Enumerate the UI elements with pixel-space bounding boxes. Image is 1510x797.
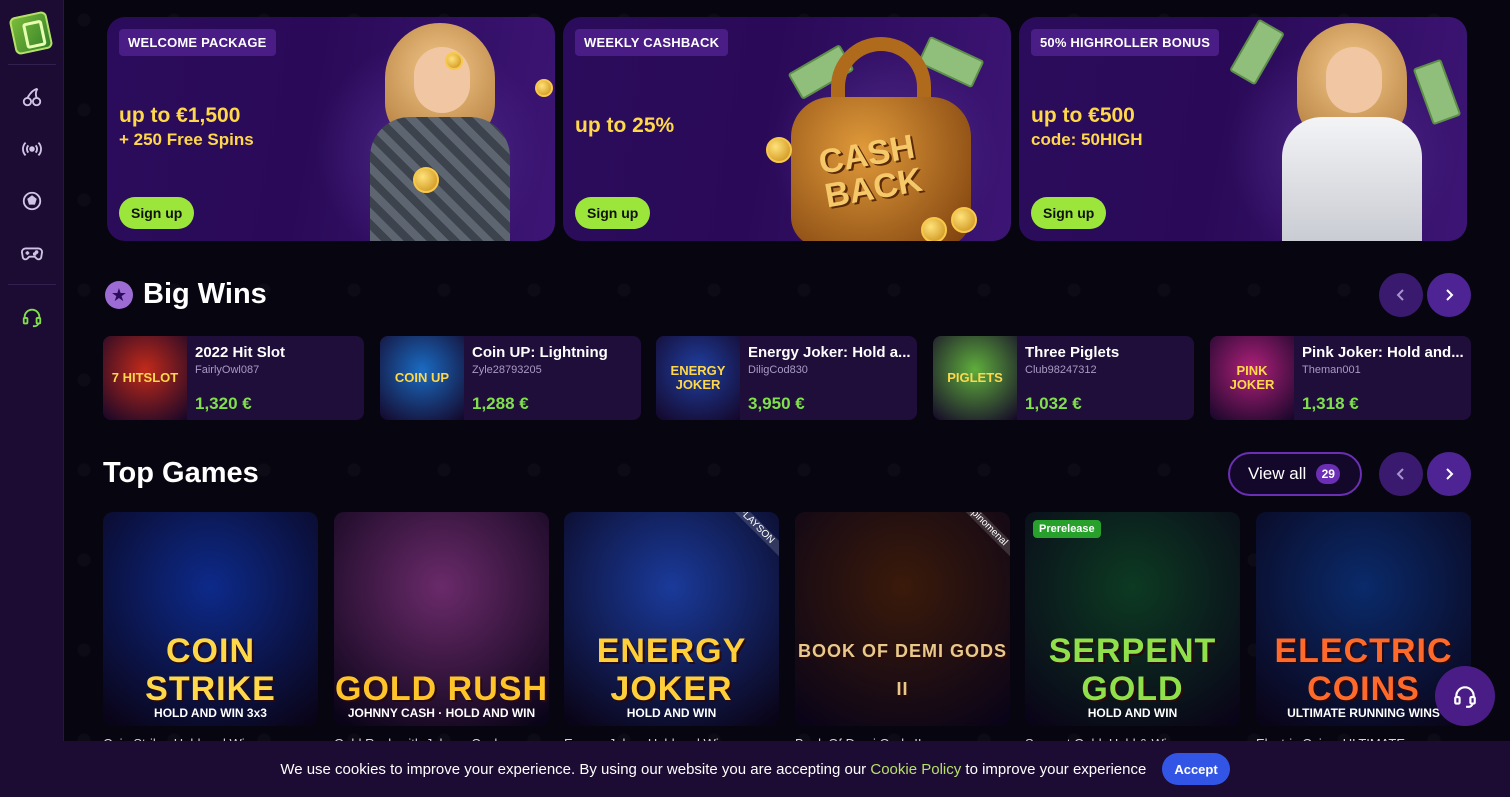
signup-button[interactable]: Sign up (1031, 197, 1107, 229)
game-title-art: BOOK OF DEMI GODS II (797, 641, 1007, 699)
headset-icon[interactable] (17, 302, 47, 332)
win-username: FairlyOwl087 (195, 364, 260, 376)
win-amount: 1,318 € (1302, 394, 1359, 413)
big-win-card[interactable]: ENERGY JOKER Energy Joker: Hold a... Dilig… (656, 336, 917, 420)
win-game-name: Three Piglets (1025, 344, 1120, 361)
game-card[interactable]: GOLD RUSH JOHNNY CASH · HOLD AND WIN (334, 512, 549, 726)
chevron-left-icon (1396, 468, 1404, 480)
accept-cookies-button[interactable]: Accept (1162, 753, 1230, 785)
game-card[interactable]: Spinomenal BOOK OF DEMI GODS II (795, 512, 1010, 726)
provider-tag: PLAYSON (720, 512, 779, 562)
game-thumbnail: PINK JOKER (1210, 336, 1294, 420)
big-win-card[interactable]: 7 HITSLOT 2022 Hit Slot FairlyOwl087 1,320 … (103, 336, 364, 420)
promo-subline: + 250 Free Spins (119, 130, 254, 149)
star-icon: ★ (105, 281, 133, 309)
big-wins-prev-button[interactable] (1379, 273, 1423, 317)
promo-subline: code: 50HIGH (1031, 130, 1143, 149)
site-logo[interactable] (8, 10, 54, 56)
chevron-right-icon (1446, 289, 1454, 301)
prerelease-badge: Prerelease (1033, 520, 1101, 538)
cherries-icon[interactable] (17, 82, 47, 112)
thumbnail-label: 7 HITSLOT (111, 370, 179, 385)
game-card[interactable]: Prerelease SERPENT GOLD HOLD AND WIN (1025, 512, 1240, 726)
cookie-message: We use cookies to improve your experienc… (280, 761, 1146, 778)
game-thumbnail: ENERGY JOKER (656, 336, 740, 420)
game-thumbnail: 7 HITSLOT (103, 336, 187, 420)
signup-button[interactable]: Sign up (119, 197, 195, 229)
promo-welcome-package[interactable]: WELCOME PACKAGE up to €1,500 + 250 Free … (107, 17, 555, 241)
cookie-text-before: We use cookies to improve your experienc… (280, 760, 871, 778)
chevron-left-icon (1396, 289, 1404, 301)
promo-headline: up to €1,500 (119, 104, 241, 127)
signup-button[interactable]: Sign up (575, 197, 651, 229)
sidebar-divider (8, 64, 56, 65)
win-game-name: Energy Joker: Hold a... (748, 344, 911, 361)
thumbnail-label: PIGLETS (947, 370, 1003, 385)
sidebar (0, 0, 64, 797)
view-all-button[interactable]: View all 29 (1228, 452, 1362, 496)
live-broadcast-icon[interactable] (17, 134, 47, 164)
big-wins-title: Big Wins (143, 278, 267, 310)
game-subtitle-art: HOLD AND WIN (626, 706, 717, 720)
game-subtitle-art: HOLD AND WIN 3x3 (154, 706, 267, 720)
win-username: Theman001 (1302, 364, 1361, 376)
promo-highroller-bonus[interactable]: 50% HIGHROLLER BONUS up to €500 code: 50… (1019, 17, 1467, 241)
game-subtitle-art: JOHNNY CASH · HOLD AND WIN (347, 706, 536, 720)
promo-headline: up to 25% (575, 114, 675, 137)
win-amount: 1,032 € (1025, 394, 1082, 413)
thumbnail-label: PINK JOKER (1229, 363, 1275, 392)
big-win-card[interactable]: COIN UP Coin UP: Lightning Zyle28793205 1,2… (380, 336, 641, 420)
headset-icon (1454, 686, 1476, 708)
game-card[interactable]: COIN STRIKE HOLD AND WIN 3x3 (103, 512, 318, 726)
game-thumbnail: COIN UP (380, 336, 464, 420)
games-count-badge: 29 (1316, 464, 1341, 484)
win-game-name: 2022 Hit Slot (195, 344, 286, 361)
game-title-art: ENERGY JOKER (596, 632, 747, 708)
win-username: Club98247312 (1025, 364, 1097, 376)
win-username: Zyle28793205 (472, 364, 542, 376)
sidebar-divider (8, 284, 56, 285)
promo-badge: WEEKLY CASHBACK (575, 29, 729, 56)
big-win-card[interactable]: PINK JOKER Pink Joker: Hold and... Theman0… (1210, 336, 1471, 420)
top-games-title: Top Games (103, 457, 259, 489)
gamepad-icon[interactable] (17, 238, 47, 268)
chevron-right-icon (1446, 468, 1454, 480)
win-username: DiligCod830 (748, 364, 808, 376)
top-games-next-button[interactable] (1427, 452, 1471, 496)
game-card[interactable]: PLAYSON ENERGY JOKER HOLD AND WIN (564, 512, 779, 726)
game-title-art: COIN STRIKE (145, 632, 276, 708)
win-game-name: Pink Joker: Hold and... (1302, 344, 1464, 361)
promo-illustration (295, 17, 555, 241)
promo-badge: 50% HIGHROLLER BONUS (1031, 29, 1220, 56)
cookie-text-after: to improve your experience (961, 760, 1147, 778)
view-all-label: View all (1248, 464, 1307, 483)
game-thumbnail: PIGLETS (933, 336, 1017, 420)
support-chat-button[interactable] (1435, 666, 1495, 726)
game-subtitle-art: HOLD AND WIN (1087, 706, 1178, 720)
game-title-art: SERPENT GOLD (1048, 632, 1217, 708)
cookie-policy-link[interactable]: Cookie Policy (870, 761, 961, 778)
thumbnail-label: COIN UP (394, 370, 450, 385)
promo-illustration (1207, 17, 1467, 241)
big-wins-next-button[interactable] (1427, 273, 1471, 317)
win-amount: 3,950 € (748, 394, 805, 413)
thumbnail-label: ENERGY JOKER (670, 363, 726, 392)
top-games-prev-button[interactable] (1379, 452, 1423, 496)
game-title-art: GOLD RUSH (335, 670, 548, 708)
football-icon[interactable] (17, 186, 47, 216)
win-game-name: Coin UP: Lightning (472, 344, 608, 361)
promo-badge: WELCOME PACKAGE (119, 29, 276, 56)
provider-tag: Spinomenal (951, 512, 1010, 562)
promo-weekly-cashback[interactable]: WEEKLY CASHBACK up to 25% Sign up CASH B… (563, 17, 1011, 241)
promo-illustration: CASH BACK (751, 17, 1011, 241)
win-amount: 1,288 € (472, 394, 529, 413)
big-win-card[interactable]: PIGLETS Three Piglets Club98247312 1,032 € (933, 336, 1194, 420)
win-amount: 1,320 € (195, 394, 252, 413)
cookie-banner: We use cookies to improve your experienc… (0, 741, 1510, 797)
promo-headline: up to €500 (1031, 104, 1135, 127)
